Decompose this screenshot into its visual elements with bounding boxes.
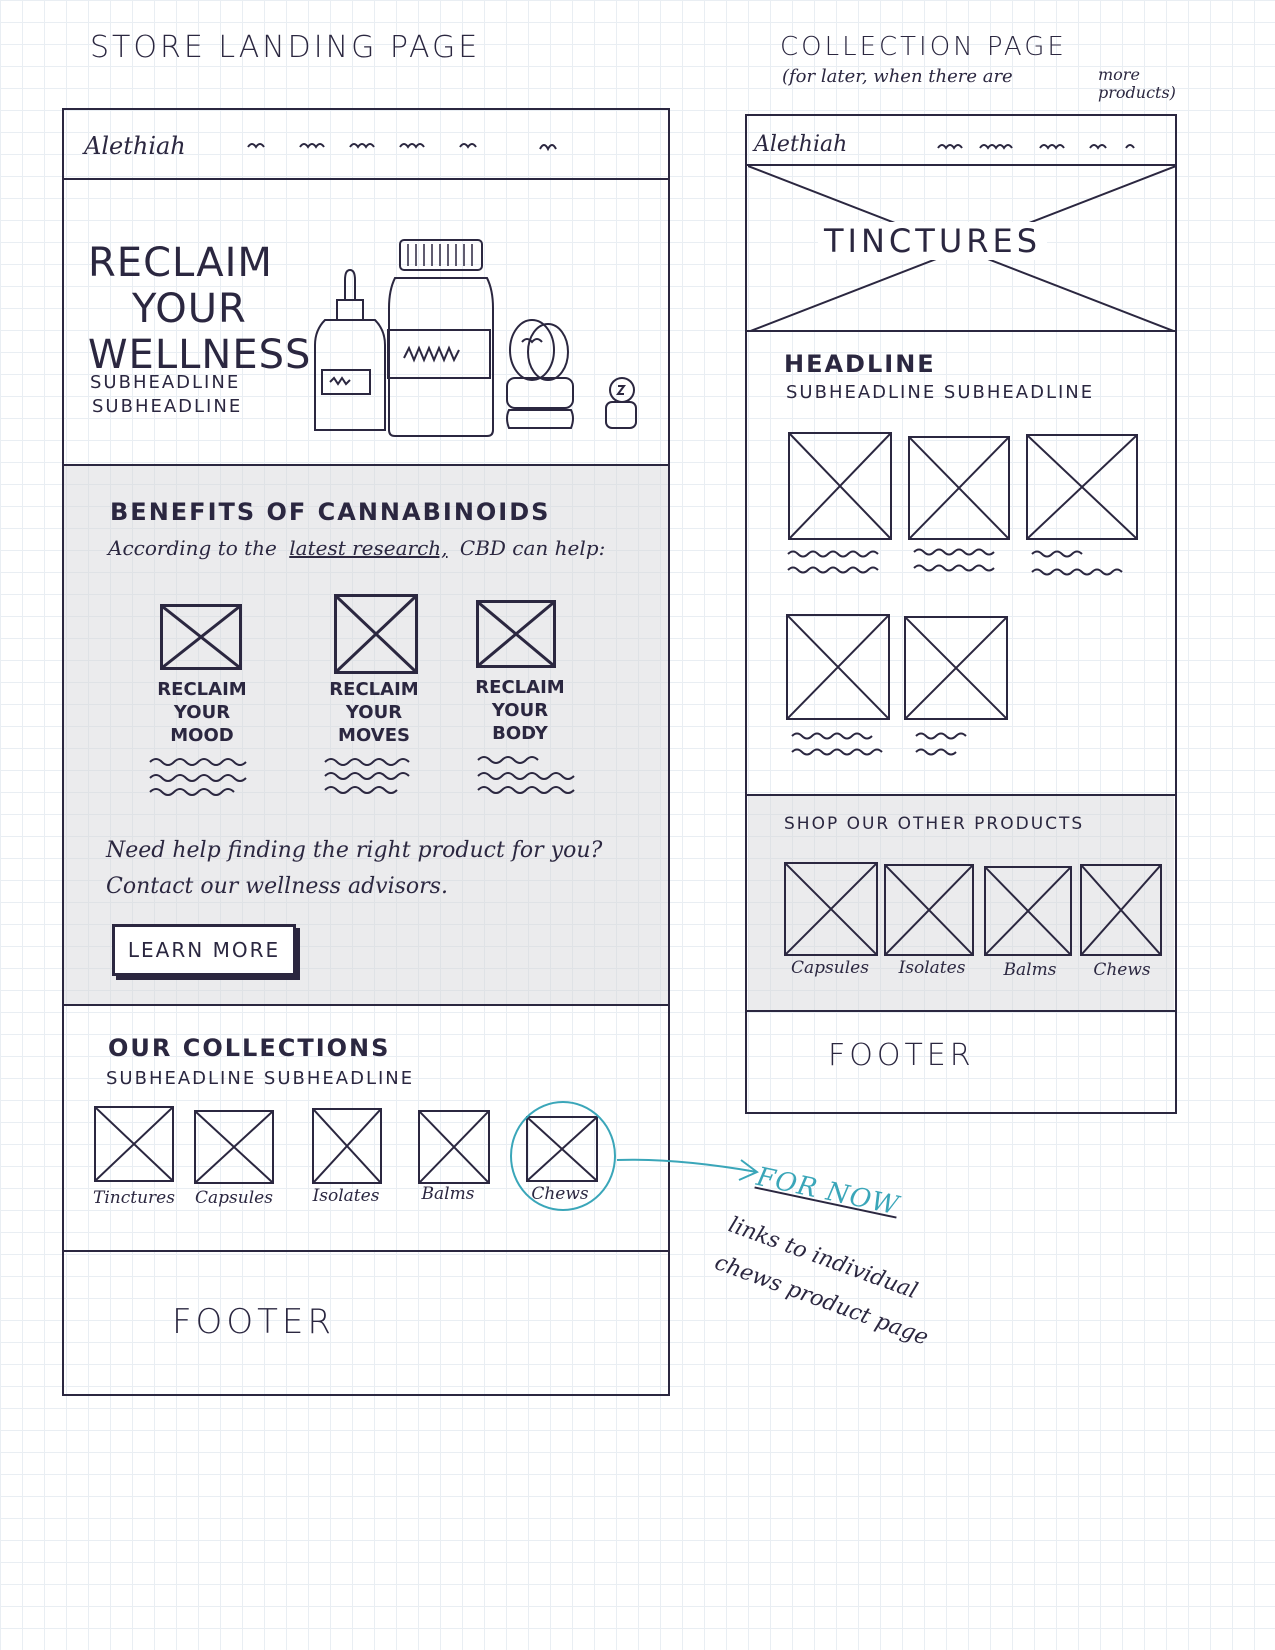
collection-isolates-image[interactable] (312, 1108, 382, 1184)
store-nav-links[interactable] (240, 135, 580, 159)
benefit-moves-label: RECLAIM YOUR MOVES (312, 678, 436, 747)
other-balms-label[interactable]: Balms (980, 960, 1080, 980)
benefit-body-line-3: BODY (492, 723, 548, 744)
benefit-moves-line-2: YOUR (345, 702, 403, 723)
benefits-title: BENEFITS OF CANNABINOIDS (110, 498, 551, 526)
hero-subheadline-2: SUBHEADLINE (92, 396, 243, 417)
collection-balms-label[interactable]: Balms (398, 1184, 498, 1204)
benefit-description-squiggles (149, 756, 575, 796)
store-header-divider (62, 178, 670, 180)
for-now-annotation: FOR NOW (754, 1162, 902, 1221)
benefit-moves-image (334, 594, 418, 674)
other-chews-label[interactable]: Chews (1072, 960, 1172, 980)
product-bottles-illustration (314, 239, 637, 437)
chews-highlight-arrow (510, 1101, 759, 1211)
store-logo[interactable]: Alethiah (84, 132, 186, 160)
collection-other-divider (745, 1010, 1177, 1012)
collection-capsules-label[interactable]: Capsules (184, 1188, 284, 1208)
benefit-moves-line-3: MOVES (338, 725, 410, 746)
benefit-body-label: RECLAIM YOUR BODY (458, 676, 582, 745)
benefit-body-image (476, 600, 556, 668)
collection-page-note-2: more products) (1098, 65, 1176, 102)
other-balms-image[interactable] (984, 866, 1072, 956)
other-chews-image[interactable] (1080, 864, 1162, 956)
collection-logo[interactable]: Alethiah (754, 132, 847, 157)
product-grid-row-2-squiggles (791, 732, 967, 756)
for-now-title: FOR NOW (753, 1162, 902, 1222)
product-card-5-image[interactable] (904, 616, 1008, 720)
annotation-text: links to individual chews product page (709, 1206, 948, 1358)
collection-hero-divider (745, 330, 1177, 332)
benefit-mood-line-3: MOOD (170, 725, 234, 746)
collection-balms-image[interactable] (418, 1110, 490, 1184)
benefits-intro-after: CBD can help: (459, 536, 606, 560)
learn-more-button[interactable]: LEARN MORE (112, 924, 296, 976)
collection-subheadline: SUBHEADLINE SUBHEADLINE (786, 382, 1095, 403)
collection-capsules-image[interactable] (194, 1110, 274, 1184)
product-card-4-image[interactable] (786, 614, 890, 720)
benefits-divider (62, 1004, 670, 1006)
benefit-body-line-2: YOUR (491, 700, 549, 721)
hero-headline-line-1: RECLAIM (88, 240, 273, 286)
product-card-2-image[interactable] (908, 436, 1010, 540)
collection-footer: FOOTER (828, 1038, 975, 1073)
benefit-moves-line-1: RECLAIM (329, 679, 419, 700)
collection-nav-links[interactable] (930, 136, 1150, 156)
store-landing-title: STORE LANDING PAGE (90, 30, 481, 65)
product-grid-row-1-squiggles (787, 548, 1123, 576)
other-isolates-label[interactable]: Isolates (882, 958, 982, 978)
collections-subheadline: SUBHEADLINE SUBHEADLINE (106, 1068, 415, 1089)
latest-research-link[interactable]: latest research, (289, 536, 447, 560)
help-text-line-1: Need help finding the right product for … (106, 838, 603, 863)
other-products-title: SHOP OUR OTHER PRODUCTS (784, 814, 1085, 834)
collections-divider (62, 1250, 670, 1252)
benefits-intro: According to the latest research, CBD ca… (108, 536, 605, 560)
benefit-mood-label: RECLAIM YOUR MOOD (140, 678, 264, 747)
store-footer: FOOTER (172, 1302, 335, 1342)
collection-tinctures-label[interactable]: Tinctures (84, 1188, 184, 1208)
hero-subheadline-1: SUBHEADLINE (90, 372, 241, 393)
benefit-mood-image (160, 604, 242, 670)
collection-page-note-1: (for later, when there are (782, 66, 1013, 87)
other-isolates-image[interactable] (884, 864, 974, 956)
collection-tinctures-image[interactable] (94, 1106, 174, 1182)
product-card-3-image[interactable] (1026, 434, 1138, 540)
collection-hero-title: TINCTURES (818, 222, 1047, 260)
collection-isolates-label[interactable]: Isolates (296, 1186, 396, 1206)
collection-page-title: COLLECTION PAGE (780, 32, 1067, 62)
collections-title: OUR COLLECTIONS (108, 1034, 391, 1062)
benefit-mood-line-1: RECLAIM (157, 679, 247, 700)
collection-headline: HEADLINE (784, 350, 936, 378)
other-capsules-label[interactable]: Capsules (780, 958, 880, 978)
hero-headline: RECLAIM YOUR WELLNESS (88, 240, 311, 378)
help-text-line-2: Contact our wellness advisors. (106, 874, 448, 899)
benefit-body-line-1: RECLAIM (475, 677, 565, 698)
other-capsules-image[interactable] (784, 862, 878, 956)
hero-headline-line-2: YOUR (132, 286, 247, 332)
product-card-1-image[interactable] (788, 432, 892, 540)
benefit-mood-line-2: YOUR (173, 702, 231, 723)
benefits-intro-before: According to the (108, 536, 277, 560)
